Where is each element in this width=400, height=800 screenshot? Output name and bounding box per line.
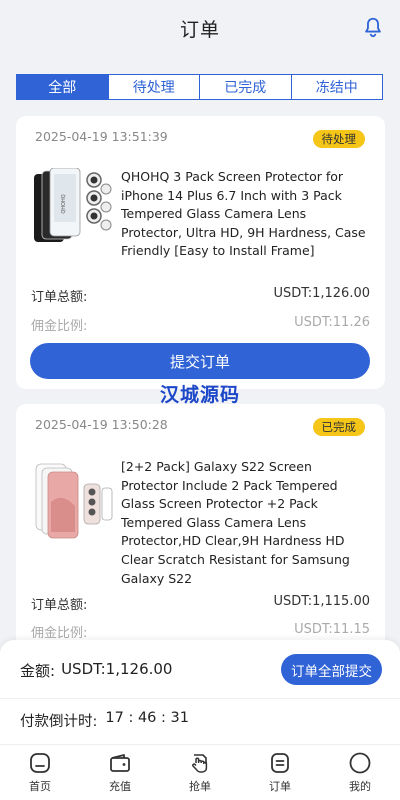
- amount-label: 金额:: [20, 662, 56, 680]
- submit-all-orders-button[interactable]: 订单全部提交: [281, 654, 382, 685]
- amount-value: USDT:1,126.00: [61, 660, 173, 678]
- product-image: [35, 463, 113, 539]
- countdown-row: 付款倒计时: 17 : 46 : 31: [20, 710, 189, 731]
- commission-value: USDT:11.26: [294, 315, 370, 330]
- order-icon: [271, 753, 289, 773]
- nav-label: 抢单: [189, 780, 211, 793]
- nav-label: 我的: [349, 780, 371, 793]
- app-header: 订单: [0, 0, 400, 56]
- order-total-row: 订单总额: USDT:1,126.00: [31, 286, 370, 305]
- nav-item-recharge[interactable]: 充值: [80, 745, 160, 800]
- commission-value: USDT:11.15: [294, 622, 370, 637]
- status-badge: 待处理: [312, 130, 365, 148]
- svg-text:QHOHQ: QHOHQ: [61, 194, 67, 213]
- home-icon: [30, 753, 50, 773]
- commission-label: 佣金比例:: [31, 626, 88, 641]
- tab-frozen[interactable]: 冻结中: [291, 75, 382, 99]
- product-image: QHOHQ: [34, 168, 112, 242]
- product-name: QHOHQ 3 Pack Screen Protector for iPhone…: [121, 169, 366, 259]
- order-card: 2025-04-19 13:51:39 待处理 QHOHQ QHOHQ 3 Pa…: [16, 116, 385, 389]
- countdown-value: 17 : 46 : 31: [105, 710, 189, 726]
- order-total-value: USDT:1,126.00: [273, 286, 370, 301]
- order-total-label: 订单总额:: [31, 290, 88, 305]
- divider: [0, 698, 400, 699]
- submit-order-button[interactable]: 提交订单: [30, 343, 370, 379]
- commission-row: 佣金比例: USDT:11.26: [31, 315, 370, 334]
- status-badge: 已完成: [312, 418, 365, 436]
- payment-summary-panel: 金额: USDT:1,126.00 订单全部提交 付款倒计时: 17 : 46 …: [0, 640, 400, 744]
- bottom-nav: 首页 充值 抢单 订单 我的: [0, 744, 400, 800]
- order-total-label: 订单总额:: [31, 598, 88, 613]
- nav-label: 订单: [269, 780, 291, 793]
- tab-completed[interactable]: 已完成: [200, 75, 292, 99]
- nav-item-orders[interactable]: 订单: [240, 745, 320, 800]
- grab-order-icon: [192, 754, 208, 773]
- page-title: 订单: [179, 18, 220, 41]
- product-name: [2+2 Pack] Galaxy S22 Screen Protector I…: [121, 459, 350, 586]
- nav-label: 充值: [109, 780, 131, 793]
- order-card: 2025-04-19 13:50:28 已完成 [2+2 Pack] Galax…: [16, 404, 385, 664]
- wallet-icon: [110, 754, 130, 772]
- order-time: 2025-04-19 13:50:28: [35, 417, 168, 432]
- order-total-row: 订单总额: USDT:1,115.00: [31, 594, 370, 613]
- tab-pending[interactable]: 待处理: [108, 75, 200, 99]
- nav-item-profile[interactable]: 我的: [320, 745, 400, 800]
- commission-label: 佣金比例:: [31, 319, 88, 334]
- status-tabs: 全部 待处理 已完成 冻结中: [16, 74, 383, 100]
- order-time: 2025-04-19 13:51:39: [35, 129, 168, 144]
- amount-row: 金额: USDT:1,126.00: [20, 660, 172, 681]
- order-total-value: USDT:1,115.00: [273, 594, 370, 609]
- profile-icon: [349, 752, 371, 774]
- commission-row: 佣金比例: USDT:11.15: [31, 622, 370, 641]
- bell-icon[interactable]: [362, 16, 384, 38]
- nav-label: 首页: [29, 780, 51, 793]
- tab-all[interactable]: 全部: [17, 75, 109, 99]
- nav-item-home[interactable]: 首页: [0, 745, 80, 800]
- watermark-text: 汉城源码: [159, 384, 240, 406]
- nav-item-grab-order[interactable]: 抢单: [160, 745, 240, 800]
- countdown-label: 付款倒计时:: [20, 714, 98, 730]
